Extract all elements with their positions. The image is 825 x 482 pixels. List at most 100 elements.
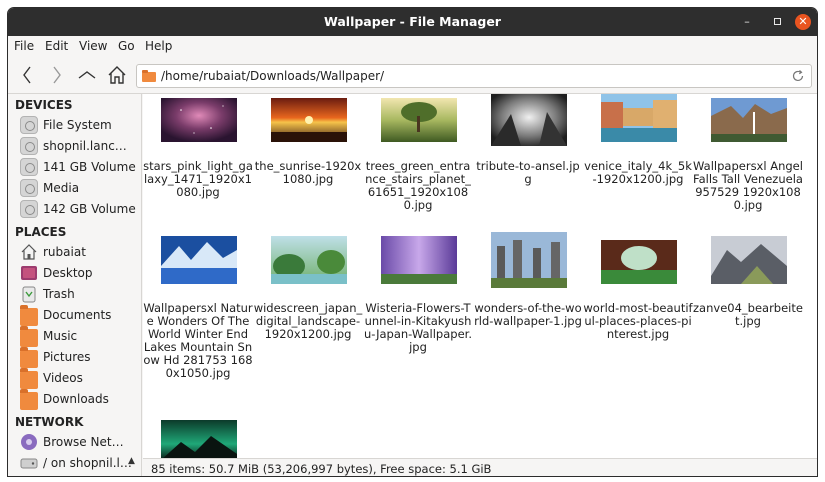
sidebar-item-remote-root[interactable]: / on shopnil.l… ▲ [20, 453, 140, 473]
sidebar-item-label: shopnil.lanc… [43, 139, 127, 153]
location-bar[interactable]: /home/rubaiat/Downloads/Wallpaper/ [136, 64, 812, 88]
sidebar-item-media[interactable]: Media [20, 178, 140, 198]
file-manager-window: Wallpaper - File Manager – ✕ File Edit V… [7, 7, 818, 477]
folder-icon [142, 70, 156, 82]
image-thumbnail [271, 236, 347, 284]
sidebar-item-browse-network[interactable]: Browse Net… [20, 432, 140, 452]
up-button[interactable] [76, 64, 98, 86]
sidebar-item-label: 141 GB Volume [43, 160, 136, 174]
file-name: world-most-beautiful-places-places-pinte… [583, 301, 693, 341]
sidebar-item-label: / on shopnil.l… [43, 456, 132, 470]
sidebar-item-label: Media [43, 181, 80, 195]
image-thumbnail [601, 240, 677, 284]
image-thumbnail [161, 236, 237, 284]
sidebar-item-documents[interactable]: Documents [20, 305, 140, 326]
network-icon [21, 434, 37, 450]
sidebar-item-trash[interactable]: Trash [20, 284, 140, 304]
sidebar-item-141gb-volume[interactable]: 141 GB Volume [20, 157, 140, 177]
sidebar-item-label: Desktop [43, 266, 93, 280]
desktop-icon [21, 266, 37, 280]
trash-icon [22, 286, 36, 303]
drive-icon [20, 200, 38, 218]
reload-icon[interactable] [791, 69, 805, 83]
menu-edit[interactable]: Edit [45, 39, 68, 53]
image-thumbnail [161, 420, 237, 458]
image-thumbnail [601, 94, 677, 142]
menu-view[interactable]: View [79, 39, 107, 53]
file-name: stars_pink_light_galaxy_1471_1920x1080.j… [143, 159, 253, 199]
menu-bar: File Edit View Go Help [8, 36, 817, 56]
folder-icon [20, 347, 38, 368]
image-thumbnail [271, 98, 347, 142]
chevron-left-icon [23, 66, 31, 84]
close-button[interactable]: ✕ [795, 14, 811, 30]
sidebar-item-pictures[interactable]: Pictures [20, 347, 140, 368]
sidebar-item-videos[interactable]: Videos [20, 368, 140, 389]
sidebar-item-downloads[interactable]: Downloads [20, 389, 140, 410]
sidebar-item-label: Downloads [43, 392, 109, 406]
back-button[interactable] [16, 64, 38, 86]
places-header: PLACES [15, 225, 67, 239]
network-header: NETWORK [15, 415, 84, 429]
image-thumbnail [711, 98, 787, 142]
sidebar-item-label: Trash [43, 287, 75, 301]
maximize-button[interactable] [769, 14, 785, 30]
file-name: trees_green_entrance_stairs_planet_61651… [365, 159, 471, 212]
menu-help[interactable]: Help [145, 39, 172, 53]
sidebar-item-shopnil[interactable]: shopnil.lanc… [20, 136, 140, 156]
menu-file[interactable]: File [14, 39, 34, 53]
minimize-button[interactable]: – [739, 14, 755, 30]
file-name: Wallpapersxl Nature Wonders Of The World… [143, 301, 253, 380]
chevron-up-icon [78, 71, 96, 79]
folder-icon [20, 305, 38, 326]
file-name: wonders-of-the-world-wallpaper-1.jpg [474, 301, 582, 328]
file-name: widescreen_japan_digital_landscape-1920x… [253, 301, 363, 341]
menu-go[interactable]: Go [118, 39, 135, 53]
drive-icon [20, 137, 38, 155]
eject-icon[interactable]: ▲ [128, 456, 135, 466]
image-thumbnail [711, 236, 787, 284]
image-thumbnail [381, 236, 457, 284]
sidebar-item-label: Pictures [43, 350, 91, 364]
drive-icon [20, 179, 38, 197]
drive-icon [20, 458, 38, 469]
sidebar: DEVICES File System shopnil.lanc… 141 GB… [8, 94, 142, 476]
sidebar-item-label: Browse Net… [43, 435, 124, 449]
home-icon [108, 66, 126, 84]
home-button[interactable] [106, 64, 128, 86]
devices-header: DEVICES [15, 98, 73, 112]
sidebar-item-music[interactable]: Music [20, 326, 140, 347]
drive-icon [20, 116, 38, 134]
file-name: Wisteria-Flowers-Tunnel-in-Kitakyushu-Ja… [364, 301, 472, 354]
sidebar-item-label: 142 GB Volume [43, 202, 136, 216]
sidebar-item-label: Documents [43, 308, 112, 322]
sidebar-item-desktop[interactable]: Desktop [20, 263, 140, 283]
title-bar[interactable]: Wallpaper - File Manager – ✕ [8, 8, 817, 36]
file-name: venice_italy_4k_5k-1920x1200.jpg [584, 159, 692, 186]
sidebar-item-label: rubaiat [43, 245, 86, 259]
status-text: 85 items: 50.7 MiB (53,206,997 bytes), F… [151, 462, 492, 476]
forward-button[interactable] [46, 64, 68, 86]
sidebar-item-label: Music [43, 329, 78, 343]
sidebar-item-rubaiat[interactable]: rubaiat [20, 242, 140, 262]
file-name: tribute-to-ansel.jpg [476, 159, 580, 186]
file-name: the_sunrise-1920x1080.jpg [254, 159, 362, 186]
toolbar: /home/rubaiat/Downloads/Wallpaper/ [8, 56, 817, 94]
window-title: Wallpaper - File Manager [324, 14, 501, 29]
location-path: /home/rubaiat/Downloads/Wallpaper/ [161, 69, 385, 83]
folder-icon [20, 368, 38, 389]
file-name: Wallpapersxl Angel Falls Tall Venezuela … [693, 159, 803, 212]
sidebar-item-label: File System [43, 118, 112, 132]
file-name: zanve04_bearbeitet.jpg [693, 301, 803, 328]
folder-icon [20, 389, 38, 410]
sidebar-item-file-system[interactable]: File System [20, 115, 140, 135]
image-thumbnail [491, 94, 567, 146]
sidebar-item-142gb-volume[interactable]: 142 GB Volume [20, 199, 140, 219]
drive-icon [20, 158, 38, 176]
status-bar: 85 items: 50.7 MiB (53,206,997 bytes), F… [143, 458, 817, 476]
home-icon [21, 244, 37, 260]
file-grid: stars_pink_light_galaxy_1471_1920x1080.j… [143, 94, 817, 458]
sidebar-item-label: Videos [43, 371, 83, 385]
image-thumbnail [381, 98, 457, 142]
chevron-right-icon [53, 66, 61, 84]
